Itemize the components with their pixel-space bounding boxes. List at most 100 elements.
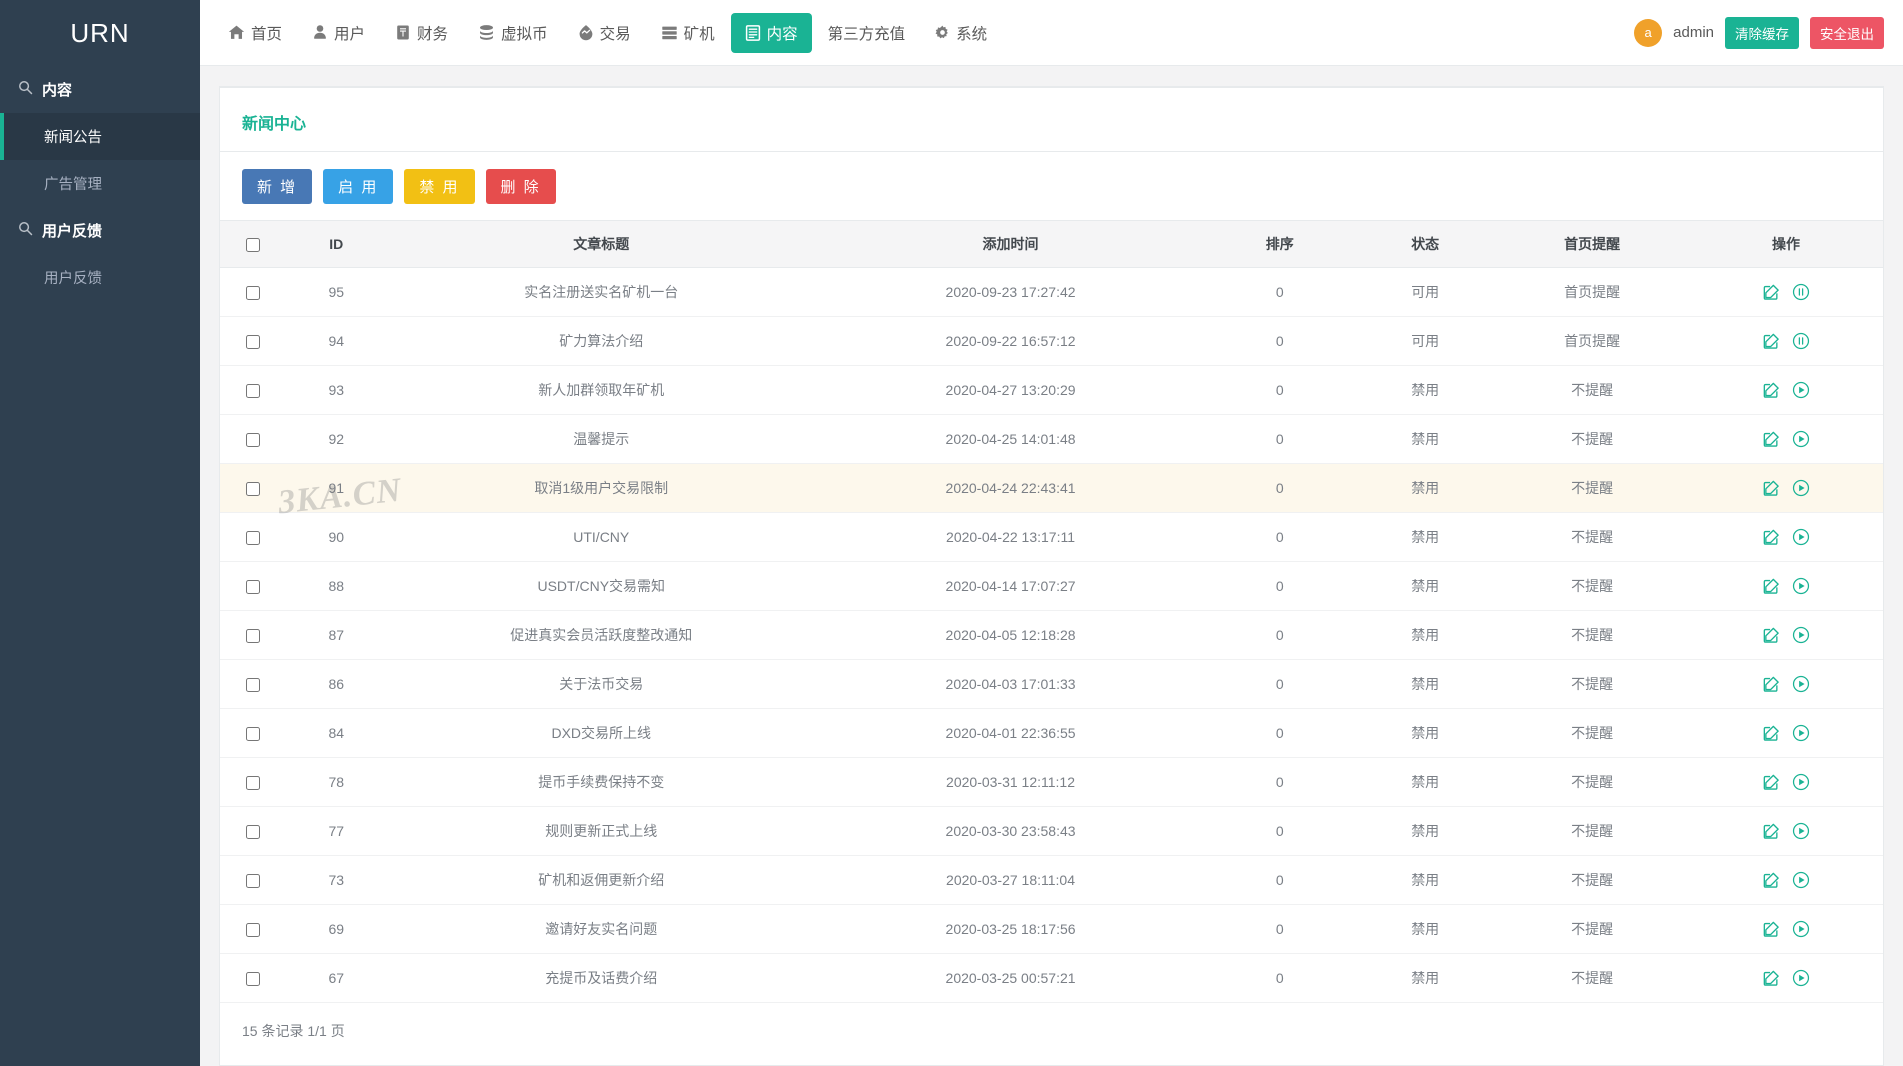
- play-icon[interactable]: [1792, 969, 1810, 987]
- sidebar-item-用户反馈[interactable]: 用户反馈: [0, 254, 200, 301]
- sidebar-group-1[interactable]: 用户反馈: [0, 207, 200, 254]
- row-id: 88: [286, 561, 386, 611]
- row-checkbox[interactable]: [246, 433, 261, 448]
- row-home: 不提醒: [1495, 757, 1690, 807]
- play-icon[interactable]: [1792, 626, 1810, 644]
- row-time: 2020-03-25 18:17:56: [816, 904, 1205, 954]
- edit-icon[interactable]: [1762, 871, 1780, 889]
- row-checkbox[interactable]: [246, 384, 261, 399]
- play-icon[interactable]: [1792, 822, 1810, 840]
- topnav-item-首页[interactable]: 首页: [214, 13, 296, 53]
- topnav-item-第三方充值[interactable]: 第三方充值: [814, 13, 920, 53]
- row-checkbox[interactable]: [246, 972, 261, 987]
- row-select-cell: [220, 806, 287, 856]
- column-header-home[interactable]: 首页提醒: [1495, 220, 1690, 268]
- row-checkbox[interactable]: [246, 727, 261, 742]
- topnav-item-label: 内容: [766, 25, 798, 43]
- top-navigation-bar: 首页 用户 财务 虚拟币 交易 矿机 内容 第三方充值 系统 a admin 清除缓存 安全退出: [200, 0, 1903, 66]
- row-checkbox[interactable]: [246, 335, 261, 350]
- edit-icon[interactable]: [1762, 773, 1780, 791]
- row-checkbox[interactable]: [246, 874, 261, 889]
- pause-icon[interactable]: [1792, 283, 1810, 301]
- edit-icon[interactable]: [1762, 479, 1780, 497]
- edit-icon[interactable]: [1762, 283, 1780, 301]
- row-checkbox[interactable]: [246, 580, 261, 595]
- row-home: 不提醒: [1495, 365, 1690, 415]
- column-header-time[interactable]: 添加时间: [816, 220, 1205, 268]
- action-toolbar: 新 增启 用禁 用删 除: [220, 152, 1883, 220]
- column-header-id[interactable]: ID: [286, 220, 386, 268]
- row-actions-cell: [1689, 610, 1883, 660]
- row-select-cell: [220, 708, 287, 758]
- edit-icon[interactable]: [1762, 430, 1780, 448]
- edit-icon[interactable]: [1762, 332, 1780, 350]
- row-checkbox[interactable]: [246, 776, 261, 791]
- edit-icon[interactable]: [1762, 381, 1780, 399]
- disable-button[interactable]: 禁 用: [404, 169, 475, 204]
- column-header-state[interactable]: 状态: [1355, 220, 1496, 268]
- play-icon[interactable]: [1792, 381, 1810, 399]
- table-row: 91 取消1级用户交易限制 2020-04-24 22:43:41 0 禁用 不提醒: [220, 463, 1883, 513]
- pause-icon[interactable]: [1792, 332, 1810, 350]
- topnav-item-用户[interactable]: 用户: [298, 13, 379, 53]
- row-actions: [1689, 675, 1883, 693]
- topnav-item-label: 用户: [334, 25, 366, 43]
- logout-button[interactable]: 安全退出: [1810, 16, 1884, 49]
- row-actions: [1689, 724, 1883, 742]
- edit-icon[interactable]: [1762, 969, 1780, 987]
- row-checkbox[interactable]: [246, 482, 261, 497]
- row-checkbox[interactable]: [246, 825, 261, 840]
- row-checkbox[interactable]: [246, 923, 261, 938]
- play-icon[interactable]: [1792, 724, 1810, 742]
- topnav-item-交易[interactable]: 交易: [564, 13, 645, 53]
- row-actions-cell: [1689, 659, 1883, 709]
- row-time: 2020-04-05 12:18:28: [816, 610, 1205, 660]
- topnav-item-内容[interactable]: 内容: [730, 12, 812, 53]
- edit-icon[interactable]: [1762, 920, 1780, 938]
- row-checkbox[interactable]: [246, 531, 261, 546]
- sidebar-group-0[interactable]: 内容: [0, 66, 200, 113]
- edit-icon[interactable]: [1762, 822, 1780, 840]
- row-title: 温馨提示: [385, 414, 817, 464]
- enable-button[interactable]: 启 用: [323, 169, 394, 204]
- topnav-item-矿机[interactable]: 矿机: [647, 13, 729, 53]
- sidebar-item-广告管理[interactable]: 广告管理: [0, 160, 200, 207]
- table-row: 86 关于法币交易 2020-04-03 17:01:33 0 禁用 不提醒: [220, 659, 1883, 709]
- row-checkbox[interactable]: [246, 286, 261, 301]
- page-title: 新闻中心: [242, 116, 307, 133]
- table-row: 90 UTI/CNY 2020-04-22 13:17:11 0 禁用 不提醒: [220, 512, 1883, 562]
- edit-icon[interactable]: [1762, 675, 1780, 693]
- delete-button[interactable]: 删 除: [485, 169, 556, 204]
- row-sort: 0: [1204, 316, 1356, 366]
- gear-icon: [935, 25, 950, 40]
- row-home: 首页提醒: [1495, 267, 1690, 317]
- edit-icon[interactable]: [1762, 528, 1780, 546]
- play-icon[interactable]: [1792, 920, 1810, 938]
- topnav-item-财务[interactable]: 财务: [381, 13, 462, 53]
- row-title: 提币手续费保持不变: [385, 757, 817, 807]
- edit-icon[interactable]: [1762, 626, 1780, 644]
- play-icon[interactable]: [1792, 528, 1810, 546]
- row-checkbox[interactable]: [246, 629, 261, 644]
- play-icon[interactable]: [1792, 577, 1810, 595]
- row-id: 91: [286, 463, 386, 513]
- clear-cache-button[interactable]: 清除缓存: [1725, 16, 1799, 49]
- sidebar-item-新闻公告[interactable]: 新闻公告: [0, 113, 200, 160]
- row-checkbox[interactable]: [246, 678, 261, 693]
- play-icon[interactable]: [1792, 479, 1810, 497]
- column-header-title[interactable]: 文章标题: [385, 220, 817, 268]
- play-icon[interactable]: [1792, 773, 1810, 791]
- column-header-sort[interactable]: 排序: [1204, 220, 1356, 268]
- row-id: 92: [286, 414, 386, 464]
- play-icon[interactable]: [1792, 871, 1810, 889]
- topnav-item-虚拟币[interactable]: 虚拟币: [464, 13, 562, 53]
- edit-icon[interactable]: [1762, 577, 1780, 595]
- table-row: 94 矿力算法介绍 2020-09-22 16:57:12 0 可用 首页提醒: [220, 316, 1883, 366]
- play-icon[interactable]: [1792, 430, 1810, 448]
- edit-icon[interactable]: [1762, 724, 1780, 742]
- select-all-checkbox[interactable]: [246, 238, 261, 253]
- play-icon[interactable]: [1792, 675, 1810, 693]
- topnav-item-系统[interactable]: 系统: [921, 13, 1001, 53]
- add-button[interactable]: 新 增: [242, 169, 313, 204]
- row-actions: [1689, 430, 1883, 448]
